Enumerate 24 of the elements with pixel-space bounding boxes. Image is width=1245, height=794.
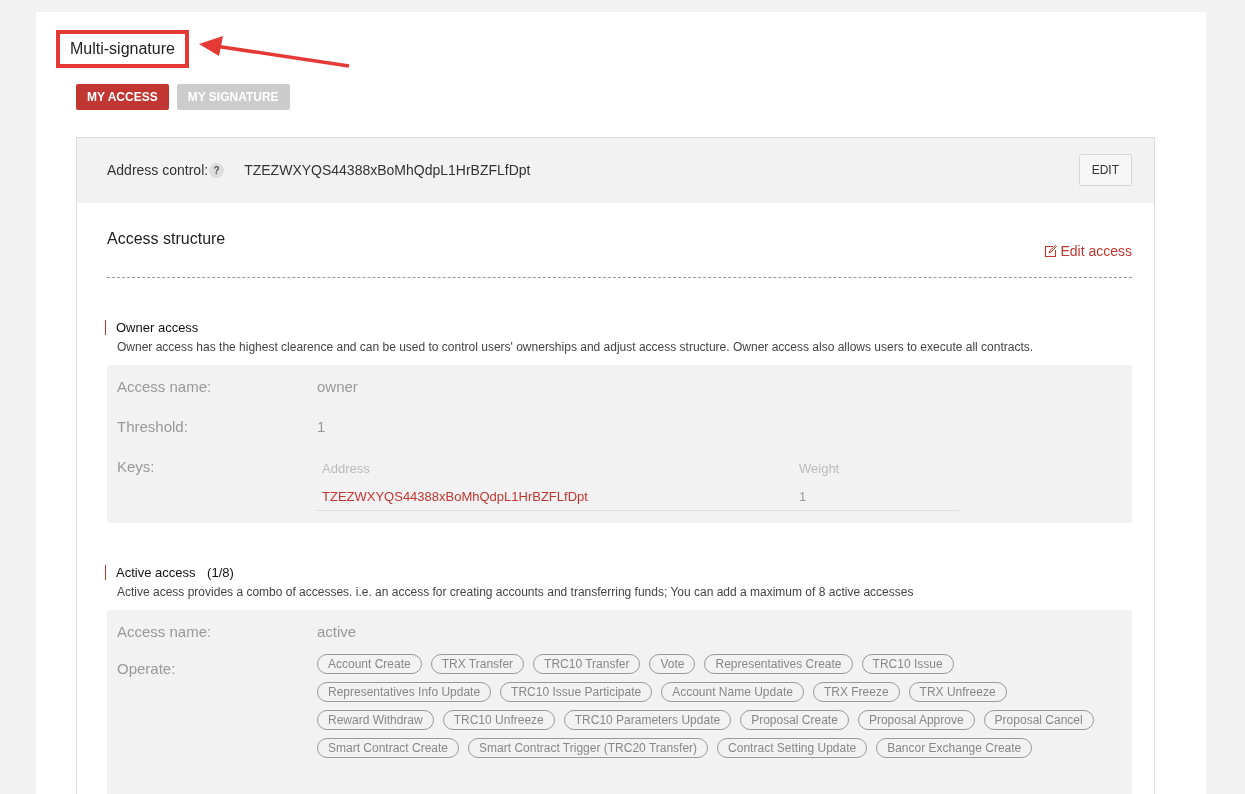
help-icon[interactable]: ?: [209, 162, 225, 178]
field-label: Access name:: [117, 623, 213, 640]
page-title: Multi-signature: [56, 30, 189, 68]
threshold-value: 1: [317, 418, 326, 435]
active-access-title: Active access: [116, 565, 196, 580]
address-control-label: Address control:: [107, 162, 209, 178]
field-label: Operate:: [117, 660, 177, 677]
key-address[interactable]: TZEZWXYQS44388xBoMhQdpL1HrBZFLfDpt: [322, 489, 799, 504]
key-weight: 1: [799, 489, 807, 504]
edit-button[interactable]: EDIT: [1078, 154, 1132, 186]
edit-icon: [1044, 244, 1058, 258]
active-access-description: Active acess provides a combo of accesses. i.e. an access for creating accounts and transferring funds; You can add a maximum of 8 active accesses: [117, 585, 915, 599]
field-label: Keys:: [117, 458, 156, 475]
field-label: Access name:: [117, 378, 213, 395]
edit-access-link[interactable]: Edit access: [1044, 243, 1132, 259]
field-label: Threshold:: [117, 418, 189, 435]
owner-access-title: Owner access: [105, 320, 1132, 335]
owner-access-description: Owner access has the highest clearence and can be used to control users' ownerships and adjust access structure. Owner access also allows users to execute all contracts.: [117, 340, 1035, 354]
active-access-count: (1/8): [207, 565, 234, 580]
address-value: TZEZWXYQS44388xBoMhQdpL1HrBZFLfDpt: [244, 162, 531, 178]
access-name-value: owner: [317, 378, 358, 395]
access-name-value: active: [317, 623, 357, 640]
section-title: Access structure: [107, 230, 226, 249]
tab[interactable]: MY ACCESS: [76, 84, 169, 110]
